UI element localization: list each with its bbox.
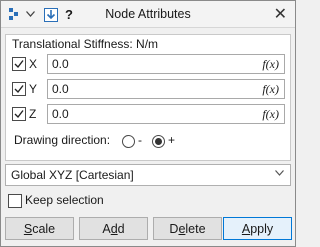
scale-button[interactable]: Scale	[5, 217, 74, 240]
window-title: Node Attributes	[105, 7, 191, 21]
z-function-button[interactable]: f(x)	[262, 107, 279, 122]
delete-button[interactable]: Delete	[153, 217, 222, 240]
access-key-letter: A	[241, 221, 251, 236]
y-label: Y	[29, 82, 38, 96]
stiffness-row-z: Z 0.0 f(x)	[12, 104, 286, 124]
z-label: Z	[29, 107, 37, 121]
scale-label: Scale	[23, 221, 56, 236]
y-stiffness-input[interactable]: 0.0 f(x)	[47, 79, 285, 99]
stiffness-row-y: Y 0.0 f(x)	[12, 79, 286, 99]
x-label: X	[29, 57, 38, 71]
direction-minus-label: -	[138, 133, 142, 147]
stiffness-row-x: X 0.0 f(x)	[12, 54, 286, 74]
x-stiffness-input[interactable]: 0.0 f(x)	[47, 54, 285, 74]
z-stiffness-value: 0.0	[52, 107, 69, 121]
coordinate-system-select[interactable]: Global XYZ [Cartesian]	[5, 164, 291, 186]
chevron-down-icon	[275, 168, 284, 179]
z-checkbox[interactable]	[12, 107, 26, 121]
node-attributes-dialog: ? Node Attributes ✕ Translational Stiffn…	[0, 0, 296, 247]
drawing-direction-label: Drawing direction:	[14, 133, 111, 147]
x-checkbox[interactable]	[12, 57, 26, 71]
group-header: Translational Stiffness: N/m	[12, 37, 159, 51]
add-button[interactable]: Add	[79, 217, 148, 240]
access-key-letter: S	[23, 221, 33, 236]
y-checkbox[interactable]	[12, 82, 26, 96]
translational-stiffness-group: Translational Stiffness: N/m X 0.0 f(x) …	[5, 34, 291, 161]
y-function-button[interactable]: f(x)	[262, 82, 279, 97]
title-bar: ? Node Attributes ✕	[1, 1, 295, 28]
coordinate-system-value: Global XYZ [Cartesian]	[11, 168, 134, 182]
x-function-button[interactable]: f(x)	[262, 57, 279, 72]
direction-minus-radio[interactable]	[122, 135, 135, 148]
direction-plus-label: +	[168, 133, 176, 147]
z-stiffness-input[interactable]: 0.0 f(x)	[47, 104, 285, 124]
radio-dot	[155, 138, 162, 145]
apply-label: Apply	[241, 221, 274, 236]
access-key-letter: e	[178, 221, 186, 236]
close-button[interactable]: ✕	[274, 4, 287, 24]
delete-label: Delete	[169, 221, 206, 236]
keep-selection-label: Keep selection	[25, 193, 104, 207]
add-label: Add	[102, 221, 125, 236]
access-key-letter: d	[110, 221, 118, 236]
y-stiffness-value: 0.0	[52, 82, 69, 96]
apply-button[interactable]: Apply	[223, 217, 292, 240]
x-stiffness-value: 0.0	[52, 57, 69, 71]
keep-selection-checkbox[interactable]	[8, 194, 22, 208]
direction-plus-radio[interactable]	[152, 135, 165, 148]
